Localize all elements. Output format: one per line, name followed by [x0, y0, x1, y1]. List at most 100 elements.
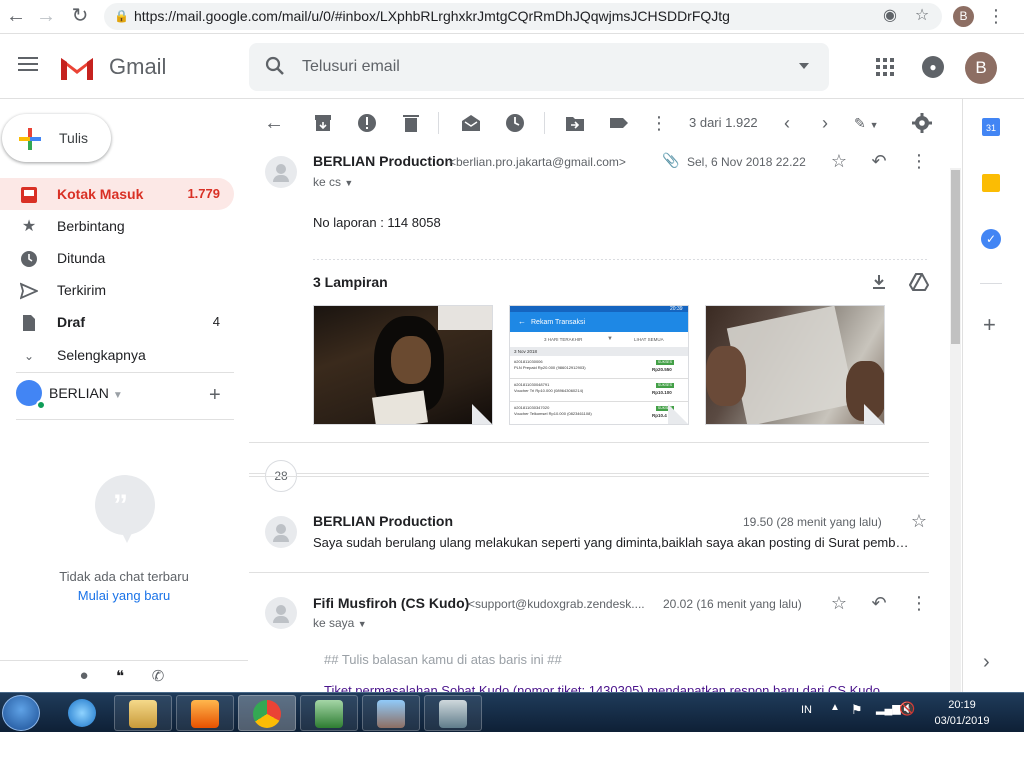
mark-unread-icon[interactable]: [460, 112, 482, 134]
more-options-icon[interactable]: ⋮: [648, 112, 670, 134]
calculator-taskbar-icon[interactable]: [424, 695, 482, 731]
message-date: 20.02 (16 menit yang lalu): [663, 597, 802, 611]
recipient-line[interactable]: ke saya ▼: [313, 616, 367, 630]
compose-label: Tulis: [59, 130, 89, 146]
attachment-thumbnail-3[interactable]: [705, 305, 885, 425]
message-more-icon[interactable]: ⋮: [908, 593, 930, 615]
start-button-icon[interactable]: [2, 695, 40, 731]
star-icon[interactable]: ☆: [828, 151, 850, 173]
search-box[interactable]: Telusuri email: [249, 43, 829, 91]
profile-avatar[interactable]: B: [953, 6, 974, 27]
calendar-icon[interactable]: 31: [982, 118, 1000, 136]
back-arrow-icon[interactable]: ←: [4, 4, 28, 28]
previous-chevron-icon[interactable]: ‹: [776, 112, 798, 134]
reply-arrow-icon[interactable]: ↶: [868, 593, 890, 615]
volume-muted-icon[interactable]: 🔇: [899, 701, 915, 717]
attachment-thumbnail-1[interactable]: [313, 305, 493, 425]
corel-taskbar-icon[interactable]: [300, 695, 358, 731]
search-options-caret-icon[interactable]: [799, 63, 809, 69]
bookmark-star-icon[interactable]: ☆: [910, 4, 934, 28]
collapsed-divider: [249, 476, 929, 477]
internet-explorer-taskbar-icon[interactable]: [54, 695, 112, 731]
attachment-thumbnail-2[interactable]: 20:39 ← Rekam Transaksi 3 HARI TERAKHIR …: [509, 305, 689, 425]
move-to-icon[interactable]: [564, 112, 586, 134]
draft-icon: [23, 315, 35, 331]
input-tools-pencil-icon[interactable]: ✎ ▼: [854, 112, 888, 134]
clock-time: 20:19: [948, 699, 976, 711]
download-all-icon[interactable]: [870, 273, 888, 291]
notification-bell-icon[interactable]: ●: [922, 56, 944, 78]
star-icon[interactable]: ☆: [908, 511, 930, 533]
main-menu-icon[interactable]: [18, 57, 38, 75]
sender-avatar: [265, 516, 297, 548]
paint-taskbar-icon[interactable]: [362, 695, 420, 731]
compose-button[interactable]: Tulis: [2, 114, 111, 162]
system-clock[interactable]: 20:19 03/01/2019: [922, 697, 1002, 729]
collapsed-divider: [249, 473, 929, 474]
sender-avatar: [265, 156, 297, 188]
message-date: 19.50 (28 menit yang lalu): [743, 515, 882, 529]
sidebar-item-more[interactable]: ⌄ Selengkapnya: [0, 339, 234, 371]
content-scrollbar[interactable]: [950, 168, 961, 692]
media-player-taskbar-icon[interactable]: [176, 695, 234, 731]
sidebar-item-sent[interactable]: Terkirim: [0, 274, 234, 306]
keep-icon[interactable]: [982, 174, 1000, 192]
attachments-divider: [313, 259, 929, 260]
save-to-drive-icon[interactable]: [909, 273, 929, 291]
sender-email: <support@kudoxgrab.zendesk....: [468, 597, 645, 611]
tray-expand-icon[interactable]: ▲: [830, 702, 840, 713]
archive-icon[interactable]: [312, 112, 334, 134]
attachment-paperclip-icon: 📎: [662, 152, 680, 168]
photo-receipt: [726, 306, 856, 424]
sender-name[interactable]: BERLIAN Production: [313, 513, 453, 529]
tasks-icon[interactable]: ✓: [981, 229, 1001, 249]
no-chat-text: Tidak ada chat terbaru: [59, 569, 189, 584]
recipient-line[interactable]: ke cs ▼: [313, 175, 353, 189]
photo-wall: [438, 306, 492, 330]
sidebar-divider: [16, 372, 234, 373]
action-center-flag-icon[interactable]: ⚑: [851, 702, 863, 718]
add-contact-plus-icon[interactable]: +: [209, 384, 221, 407]
contacts-person-icon[interactable]: ●: [72, 667, 96, 689]
message-date: Sel, 6 Nov 2018 22.22: [687, 155, 806, 169]
message-more-icon[interactable]: ⋮: [908, 151, 930, 173]
reply-arrow-icon[interactable]: ↶: [868, 151, 890, 173]
reload-icon[interactable]: ↻: [68, 4, 92, 28]
file-explorer-taskbar-icon[interactable]: [114, 695, 172, 731]
start-new-chat-link[interactable]: Mulai yang baru: [0, 588, 248, 603]
apps-grid-icon[interactable]: [876, 58, 894, 76]
account-avatar[interactable]: B: [965, 52, 997, 84]
get-addons-plus-icon[interactable]: +: [983, 314, 996, 336]
kebab-menu-icon[interactable]: ⋮: [984, 4, 1008, 28]
settings-gear-icon[interactable]: [911, 112, 933, 134]
forward-arrow-icon[interactable]: →: [34, 4, 58, 28]
back-arrow-icon[interactable]: ←: [264, 112, 286, 134]
hangouts-tabs: ● ❝ ✆: [0, 660, 248, 692]
clock-date: 03/01/2019: [934, 715, 990, 727]
expand-panel-chevron-icon[interactable]: ›: [983, 651, 990, 674]
side-panel: 31 ✓ + ›: [962, 99, 1024, 692]
unread-count: 1.779: [187, 186, 220, 201]
message-snippet[interactable]: Saya sudah berulang ulang melakukan sepe…: [313, 535, 929, 550]
chat-bubble-icon[interactable]: ❝: [108, 667, 132, 689]
snooze-clock-icon[interactable]: [504, 112, 526, 134]
photo-finger: [706, 346, 746, 406]
sidebar-item-starred[interactable]: ★ Berbintang: [0, 210, 234, 242]
language-indicator[interactable]: IN: [801, 704, 812, 716]
next-chevron-icon[interactable]: ›: [814, 112, 836, 134]
phone-icon[interactable]: ✆: [146, 667, 170, 689]
delete-trash-icon[interactable]: [400, 112, 422, 134]
report-spam-icon[interactable]: [356, 112, 378, 134]
label-tag-icon[interactable]: [608, 112, 630, 134]
gmail-header: Gmail Telusuri email ● B: [0, 35, 1024, 99]
eye-icon[interactable]: ◉: [878, 4, 902, 28]
sidebar-item-inbox[interactable]: Kotak Masuk 1.779: [0, 178, 234, 210]
address-bar[interactable]: 🔒 https://mail.google.com/mail/u/0/#inbo…: [104, 3, 942, 30]
network-signal-icon[interactable]: ▂▄▆: [876, 702, 901, 715]
url-text: https://mail.google.com/mail/u/0/#inbox/…: [134, 8, 730, 24]
chrome-taskbar-icon[interactable]: [238, 695, 296, 731]
star-icon[interactable]: ☆: [828, 593, 850, 615]
sidebar-item-snoozed[interactable]: Ditunda: [0, 242, 234, 274]
message-divider: [249, 442, 929, 443]
sidebar-item-drafts[interactable]: Draf 4: [0, 306, 234, 338]
